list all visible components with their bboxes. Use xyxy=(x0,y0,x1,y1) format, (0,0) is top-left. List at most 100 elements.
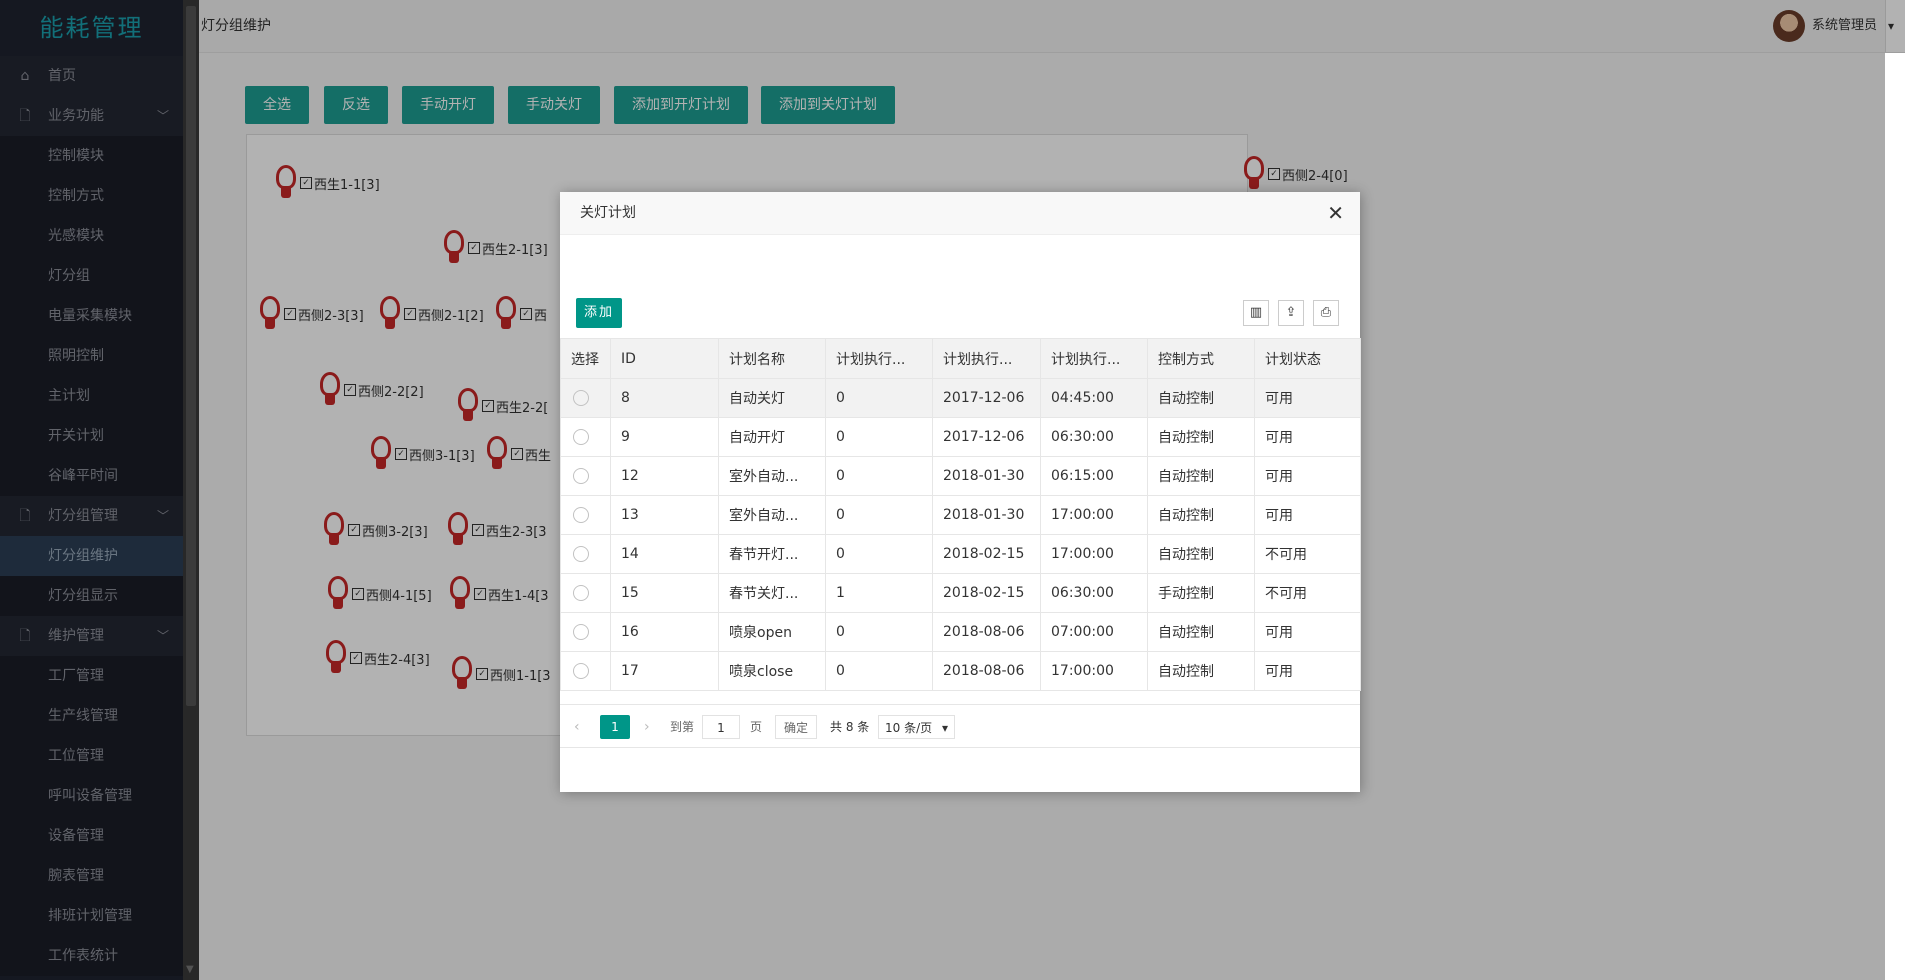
plan-table: 选择 ID 计划名称 计划执行... 计划执行... 计划执行... 控制方式 … xyxy=(560,338,1361,691)
column-header[interactable]: 计划执行... xyxy=(825,338,933,379)
table-row[interactable]: 13 室外自动... 0 2018-01-30 17:00:00 自动控制 可用 xyxy=(560,495,1361,535)
table-cell-status: 可用 xyxy=(1254,378,1361,418)
table-cell-time: 17:00:00 xyxy=(1040,534,1148,574)
table-cell-count: 0 xyxy=(825,378,933,418)
column-header[interactable]: 控制方式 xyxy=(1147,338,1255,379)
table-cell-mode: 自动控制 xyxy=(1147,612,1255,652)
table-cell-mode: 自动控制 xyxy=(1147,534,1255,574)
print-icon[interactable]: ⎙ xyxy=(1313,300,1339,326)
table-cell-date: 2017-12-06 xyxy=(932,417,1041,457)
row-radio[interactable] xyxy=(573,585,589,601)
row-radio[interactable] xyxy=(573,663,589,679)
dropdown-caret-icon: ▾ xyxy=(941,721,948,735)
column-header[interactable]: 计划名称 xyxy=(718,338,826,379)
table-row[interactable]: 12 室外自动... 0 2018-01-30 06:15:00 自动控制 可用 xyxy=(560,456,1361,496)
off-plan-dialog: 关灯计划 ✕ 添加 ▥ ⇪ ⎙ 选择 ID 计划名称 计划执行... 计划执行.… xyxy=(560,192,1361,792)
table-cell-count: 0 xyxy=(825,495,933,535)
select-cell xyxy=(560,378,611,418)
table-cell-time: 07:00:00 xyxy=(1040,612,1148,652)
row-radio[interactable] xyxy=(573,507,589,523)
table-cell-time: 17:00:00 xyxy=(1040,495,1148,535)
table-cell-status: 可用 xyxy=(1254,417,1361,457)
goto-confirm-button[interactable]: 确定 xyxy=(775,715,818,739)
table-cell-count: 0 xyxy=(825,456,933,496)
table-row[interactable]: 9 自动开灯 0 2017-12-06 06:30:00 自动控制 可用 xyxy=(560,417,1361,457)
table-cell-count: 0 xyxy=(825,612,933,652)
row-radio[interactable] xyxy=(573,546,589,562)
table-cell-name: 自动关灯 xyxy=(718,378,826,418)
goto-label: 到第 xyxy=(670,720,695,734)
table-cell-mode: 手动控制 xyxy=(1147,573,1255,613)
table-cell-date: 2017-12-06 xyxy=(932,378,1041,418)
column-header[interactable]: 计划状态 xyxy=(1254,338,1361,379)
column-header[interactable]: ID xyxy=(610,338,719,379)
table-row[interactable]: 15 春节关灯... 1 2018-02-15 06:30:00 手动控制 不可用 xyxy=(560,573,1361,613)
select-cell xyxy=(560,456,611,496)
dialog-title: 关灯计划 xyxy=(580,205,636,221)
select-cell xyxy=(560,651,611,691)
table-cell-date: 2018-02-15 xyxy=(932,534,1041,574)
table-cell-id: 17 xyxy=(610,651,719,691)
add-plan-button[interactable]: 添加 xyxy=(576,298,622,328)
table-cell-status: 可用 xyxy=(1254,651,1361,691)
table-cell-count: 0 xyxy=(825,534,933,574)
table-row[interactable]: 14 春节开灯... 0 2018-02-15 17:00:00 自动控制 不可用 xyxy=(560,534,1361,574)
table-cell-count: 0 xyxy=(825,651,933,691)
table-cell-status: 可用 xyxy=(1254,612,1361,652)
page-number-input[interactable]: 1 xyxy=(702,715,740,739)
select-cell xyxy=(560,417,611,457)
table-cell-status: 可用 xyxy=(1254,456,1361,496)
row-radio[interactable] xyxy=(573,624,589,640)
table-cell-id: 12 xyxy=(610,456,719,496)
export-icon[interactable]: ⇪ xyxy=(1278,300,1304,326)
table-cell-time: 06:30:00 xyxy=(1040,573,1148,613)
close-icon[interactable]: ✕ xyxy=(1327,192,1344,234)
table-cell-time: 06:30:00 xyxy=(1040,417,1148,457)
table-cell-time: 17:00:00 xyxy=(1040,651,1148,691)
table-cell-date: 2018-08-06 xyxy=(932,651,1041,691)
table-cell-name: 喷泉open xyxy=(718,612,826,652)
table-cell-status: 不可用 xyxy=(1254,573,1361,613)
column-header[interactable]: 计划执行... xyxy=(932,338,1041,379)
column-header[interactable]: 计划执行... xyxy=(1040,338,1148,379)
row-radio[interactable] xyxy=(573,468,589,484)
select-cell xyxy=(560,534,611,574)
page-1-button[interactable]: 1 xyxy=(600,715,630,739)
total-count: 共 8 条 xyxy=(830,720,870,734)
table-cell-count: 1 xyxy=(825,573,933,613)
table-cell-time: 04:45:00 xyxy=(1040,378,1148,418)
table-cell-mode: 自动控制 xyxy=(1147,495,1255,535)
table-cell-count: 0 xyxy=(825,417,933,457)
page-size-value: 10 条/页 xyxy=(885,721,933,735)
table-row[interactable]: 8 自动关灯 0 2017-12-06 04:45:00 自动控制 可用 xyxy=(560,378,1361,418)
next-page-icon[interactable]: › xyxy=(644,715,650,739)
table-cell-status: 可用 xyxy=(1254,495,1361,535)
table-cell-id: 13 xyxy=(610,495,719,535)
table-body: 8 自动关灯 0 2017-12-06 04:45:00 自动控制 可用 9 自动开灯 0 2017… xyxy=(560,378,1361,691)
table-header-row: 选择 ID 计划名称 计划执行... 计划执行... 计划执行... 控制方式 … xyxy=(560,338,1361,379)
table-cell-name: 室外自动... xyxy=(718,456,826,496)
table-cell-id: 9 xyxy=(610,417,719,457)
table-cell-id: 8 xyxy=(610,378,719,418)
row-radio[interactable] xyxy=(573,429,589,445)
table-row[interactable]: 16 喷泉open 0 2018-08-06 07:00:00 自动控制 可用 xyxy=(560,612,1361,652)
page-unit-label: 页 xyxy=(750,720,763,734)
table-cell-id: 14 xyxy=(610,534,719,574)
table-cell-date: 2018-02-15 xyxy=(932,573,1041,613)
pagination: ‹ 1 › 到第 1 页 确定 共 8 条 10 条/页 ▾ xyxy=(560,704,1360,748)
table-cell-mode: 自动控制 xyxy=(1147,651,1255,691)
row-radio[interactable] xyxy=(573,390,589,406)
prev-page-icon[interactable]: ‹ xyxy=(574,715,580,739)
page-size-select[interactable]: 10 条/页 ▾ xyxy=(878,715,955,739)
table-cell-id: 15 xyxy=(610,573,719,613)
columns-icon[interactable]: ▥ xyxy=(1243,300,1269,326)
table-cell-mode: 自动控制 xyxy=(1147,456,1255,496)
table-row[interactable]: 17 喷泉close 0 2018-08-06 17:00:00 自动控制 可用 xyxy=(560,651,1361,691)
table-cell-name: 室外自动... xyxy=(718,495,826,535)
dialog-header: 关灯计划 ✕ xyxy=(560,192,1360,235)
table-cell-name: 春节开灯... xyxy=(718,534,826,574)
select-cell xyxy=(560,612,611,652)
column-header[interactable]: 选择 xyxy=(560,338,611,379)
table-cell-date: 2018-08-06 xyxy=(932,612,1041,652)
table-cell-name: 自动开灯 xyxy=(718,417,826,457)
